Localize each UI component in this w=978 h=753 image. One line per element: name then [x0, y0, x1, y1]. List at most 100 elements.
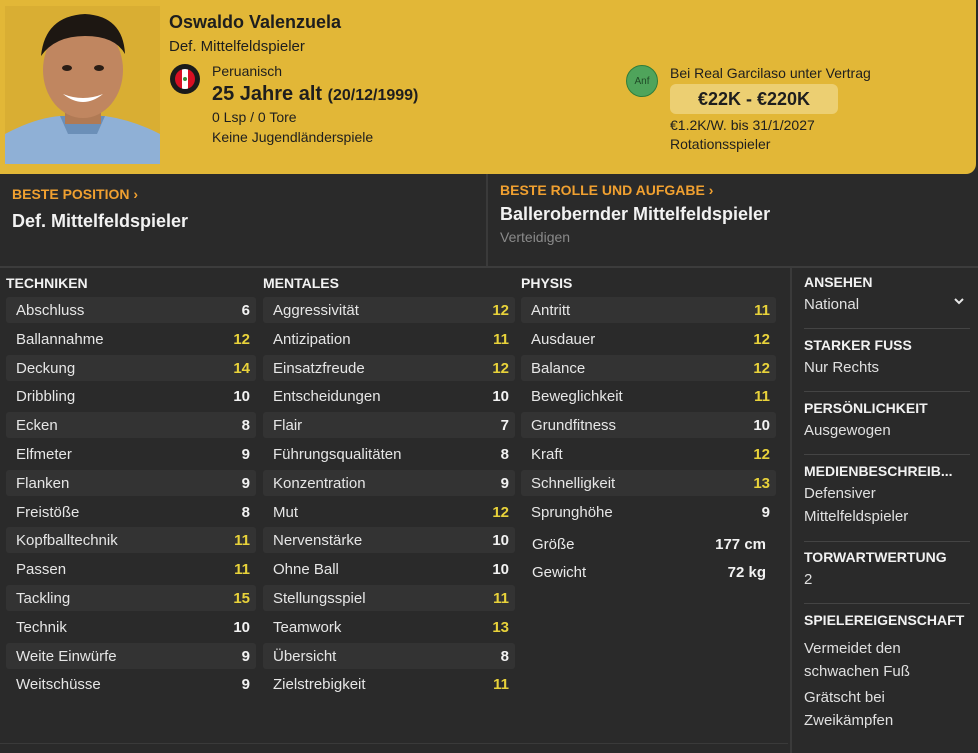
bottom-divider [0, 743, 788, 744]
media-description-title: MEDIENBESCHREIB... [804, 463, 953, 479]
attribute-label: Mut [273, 503, 299, 521]
attribute-label: Kraft [531, 445, 563, 463]
attribute-value: 11 [234, 532, 250, 550]
media-description-block: MEDIENBESCHREIB... Defensiver Mittelfeld… [804, 463, 972, 528]
attribute-row[interactable]: Mut 12 [263, 499, 515, 528]
player-portrait [5, 6, 160, 164]
attribute-row[interactable]: Sprunghöhe 9 [521, 499, 776, 528]
transfer-value: €22K - €220K [670, 84, 838, 114]
attribute-row[interactable]: Technik 10 [6, 614, 256, 643]
attribute-label: Ballannahme [16, 330, 104, 348]
chevron-down-icon[interactable] [952, 294, 966, 308]
attribute-value: 9 [761, 503, 770, 521]
attribute-row[interactable]: Führungsqualitäten 8 [263, 441, 515, 470]
club-badge-icon[interactable]: Anf [626, 65, 658, 97]
attribute-row[interactable]: Weitschüsse 9 [6, 671, 256, 700]
attribute-value: 8 [500, 647, 509, 665]
attribute-row[interactable]: Dribbling 10 [6, 383, 256, 412]
attribute-row[interactable]: Konzentration 9 [263, 469, 515, 499]
best-role-duty: Verteidigen [500, 229, 571, 245]
attribute-row[interactable]: Stellungsspiel 11 [263, 584, 515, 614]
attribute-row[interactable]: Flair 7 [263, 412, 515, 441]
technical-header: TECHNIKEN [6, 275, 88, 291]
attribute-row[interactable]: Grundfitness 10 [521, 412, 776, 441]
attribute-label: Ecken [16, 417, 58, 435]
best-role-value: Ballerobernder Mittelfeldspieler [500, 204, 771, 224]
attribute-row[interactable]: Weite Einwürfe 9 [6, 642, 256, 672]
attribute-label: Abschluss [16, 302, 85, 319]
best-role-title-text: BESTE ROLLE UND AUFGABE [500, 182, 705, 198]
attribute-label: Elfmeter [16, 445, 72, 463]
attribute-row[interactable]: Elfmeter 9 [6, 441, 256, 470]
reputation-block[interactable]: ANSEHEN National [804, 274, 972, 316]
attribute-label: Kopfballtechnik [16, 532, 118, 550]
attribute-row[interactable]: Balance 12 [521, 354, 776, 384]
attribute-value: 10 [492, 388, 509, 406]
best-role-title[interactable]: BESTE ROLLE UND AUFGABE › [500, 182, 713, 198]
best-role-section[interactable]: BESTE ROLLE UND AUFGABE › Ballerobernder… [488, 174, 978, 267]
attribute-label: Ausdauer [531, 330, 596, 348]
sidebar-separator [804, 328, 970, 329]
sidebar-separator [804, 603, 970, 604]
attribute-row[interactable]: Ballannahme 12 [6, 326, 256, 355]
attribute-row[interactable]: Kopfballtechnik 11 [6, 527, 256, 556]
preferred-foot-block: STARKER FUSS Nur Rechts [804, 337, 972, 379]
attribute-value: 8 [241, 417, 250, 435]
attribute-row[interactable]: Aggressivität 12 [263, 297, 515, 326]
attribute-row[interactable]: Antizipation 11 [263, 326, 515, 355]
attribute-value: 8 [241, 503, 250, 521]
attribute-label: Zielstrebigkeit [273, 676, 366, 694]
attribute-value: 13 [753, 474, 770, 492]
attribute-label: Führungsqualitäten [273, 445, 402, 463]
player-traits-title: SPIELEREIGENSCHAFT [804, 612, 965, 628]
attribute-value: 12 [492, 302, 509, 319]
peru-flag-icon [170, 64, 200, 94]
attribute-row[interactable]: Zielstrebigkeit 11 [263, 671, 515, 700]
attribute-value: 9 [500, 474, 509, 492]
attribute-row[interactable]: Abschluss 6 [6, 297, 256, 326]
attribute-row[interactable]: Ausdauer 12 [521, 326, 776, 355]
attribute-row[interactable]: Ecken 8 [6, 412, 256, 441]
best-position-title[interactable]: BESTE POSITION › [12, 186, 138, 202]
attribute-row[interactable]: Teamwork 13 [263, 614, 515, 643]
player-nationality: Peruanisch [212, 63, 283, 79]
attribute-value: 8 [500, 445, 509, 463]
goalkeeper-rating-title: TORWARTWERTUNG [804, 549, 947, 565]
attribute-row[interactable]: Antritt 11 [521, 297, 776, 326]
attribute-row[interactable]: Deckung 14 [6, 354, 256, 384]
attribute-label: Einsatzfreude [273, 359, 365, 377]
attribute-row[interactable]: Übersicht 8 [263, 642, 515, 672]
physical-attribute-list: Antritt 11 Ausdauer 12 Balance 12 Beweglichkei… [521, 297, 776, 527]
attribute-value: 11 [754, 388, 770, 406]
attribute-label: Aggressivität [273, 302, 359, 319]
player-header: Oswaldo Valenzuela Def. Mittelfeldspiele… [0, 0, 976, 174]
attribute-label: Teamwork [273, 618, 342, 636]
height-label: Größe [532, 536, 575, 553]
attribute-value: 12 [753, 359, 770, 377]
goalkeeper-rating-block: TORWARTWERTUNG 2 [804, 549, 972, 591]
attribute-label: Nervenstärke [273, 532, 363, 550]
attribute-row[interactable]: Nervenstärke 10 [263, 527, 515, 556]
trait-1-line-1: Vermeidet den [804, 640, 901, 657]
attribute-row[interactable]: Schnelligkeit 13 [521, 469, 776, 499]
reputation-value: National [804, 296, 860, 313]
attribute-row[interactable]: Flanken 9 [6, 469, 256, 499]
attribute-row[interactable]: Beweglichkeit 11 [521, 383, 776, 412]
sidebar-separator [804, 454, 970, 455]
attribute-row[interactable]: Kraft 12 [521, 441, 776, 470]
attribute-label: Antizipation [273, 330, 351, 348]
attribute-label: Tackling [16, 589, 71, 607]
media-description-line-2: Mittelfeldspieler [804, 508, 909, 525]
attribute-label: Deckung [16, 359, 76, 377]
attribute-value: 15 [233, 589, 250, 607]
best-position-section[interactable]: BESTE POSITION › Def. Mittelfeldspieler [0, 174, 486, 267]
attribute-row[interactable]: Freistöße 8 [6, 499, 256, 528]
attribute-row[interactable]: Entscheidungen 10 [263, 383, 515, 412]
attribute-row[interactable]: Einsatzfreude 12 [263, 354, 515, 384]
attribute-row[interactable]: Tackling 15 [6, 584, 256, 614]
attribute-row[interactable]: Ohne Ball 10 [263, 556, 515, 585]
attribute-value: 7 [500, 417, 509, 435]
attribute-row[interactable]: Passen 11 [6, 556, 256, 585]
contract-club[interactable]: Bei Real Garcilaso unter Vertrag [670, 65, 871, 81]
attribute-label: Dribbling [16, 388, 76, 406]
